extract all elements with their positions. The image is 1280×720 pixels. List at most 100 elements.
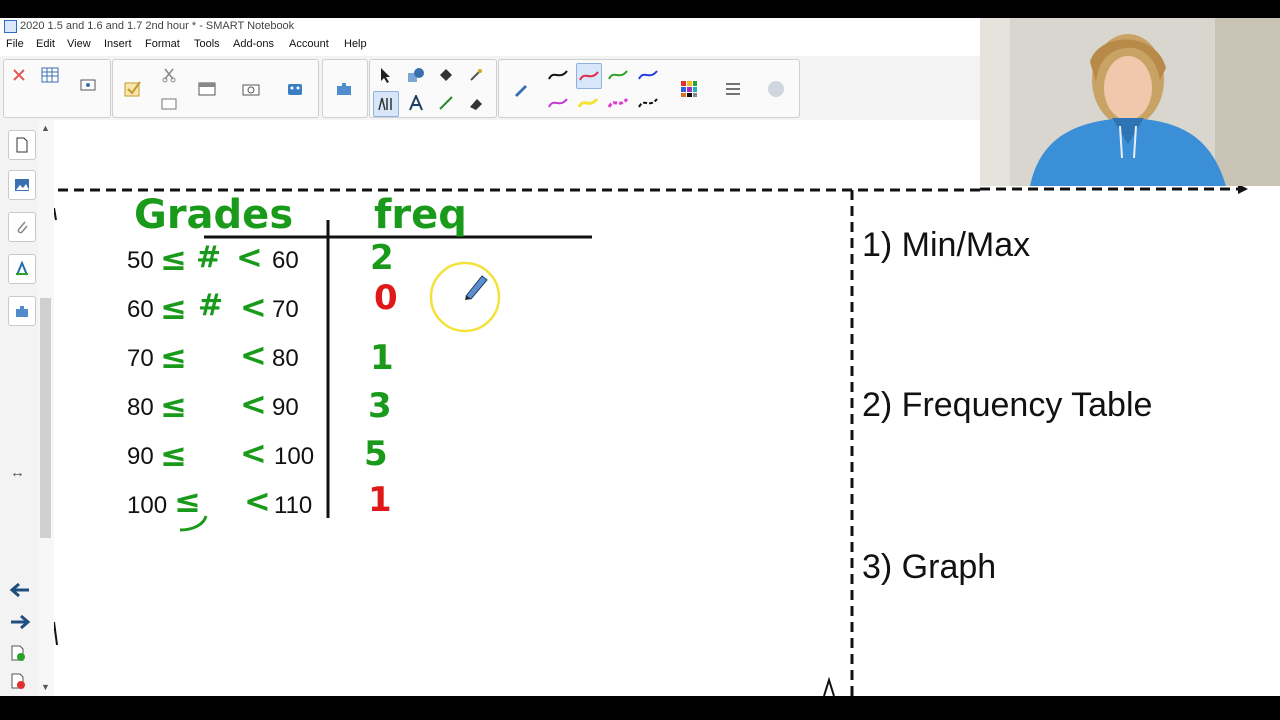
notebook-app-icon [4,20,17,33]
menu-bar: File Edit View Insert Format Tools Add-o… [0,36,980,56]
pen-style-red[interactable] [576,63,602,89]
row-high: 90 [272,394,299,421]
shapes-icon[interactable] [404,63,428,87]
row-high: 60 [272,247,299,274]
ink-hash: # [198,288,224,323]
screen-capture-icon[interactable] [76,74,100,98]
ink-leq: ≤ [160,289,187,327]
more-icon[interactable] [764,77,788,101]
resize-arrows-icon[interactable]: ↔ [10,464,25,481]
eraser-icon[interactable] [464,91,488,115]
add-page-icon[interactable] [10,644,26,667]
cut-icon[interactable] [157,63,181,87]
scroll-down-icon[interactable]: ▼ [41,682,50,692]
ink-leq: ≤ [160,338,187,376]
menu-account[interactable]: Account [289,38,329,50]
add-ons-tab-icon[interactable] [8,296,36,326]
document-camera-icon[interactable] [157,91,181,115]
pen-style-magenta-dashed[interactable] [606,91,630,115]
scrollbar-thumb[interactable] [40,298,51,538]
page-scrollbar[interactable]: ▲ ▼ [38,120,55,696]
delete-icon[interactable] [7,63,31,87]
ink-lt: < [240,434,267,472]
ink-lt: < [236,238,263,276]
puzzle-icon[interactable] [332,77,356,101]
row-freq: 0 [374,278,398,318]
pen-style-black[interactable] [546,63,570,87]
ink-leq: ≤ [160,240,187,278]
text-recognition-icon[interactable] [373,91,399,117]
edge-mark [54,207,57,221]
menu-help[interactable]: Help [344,38,367,50]
menu-insert[interactable]: Insert [104,38,132,50]
properties-tab-icon[interactable] [8,254,36,284]
menu-add-ons[interactable]: Add-ons [233,38,274,50]
properties-icon[interactable] [721,77,745,101]
window-title: 2020 1.5 and 1.6 and 1.7 2nd hour * - SM… [20,20,295,32]
row-low: 60 [127,296,154,323]
pen-style-green[interactable] [606,63,630,87]
add-on-icon[interactable] [283,77,307,101]
check-icon[interactable] [121,77,145,101]
section-min-max: 1) Min/Max [862,226,1031,264]
scroll-up-icon[interactable]: ▲ [41,123,50,133]
ink-lt: < [240,385,267,423]
webcam-overlay [980,18,1280,186]
pen-style-blue[interactable] [636,63,660,87]
camera-icon[interactable] [239,77,263,101]
gallery-icon[interactable] [8,170,36,200]
header-freq: freq [374,192,467,238]
row-freq: 3 [368,386,392,426]
row-high: 100 [274,443,315,470]
toolbar-group-edit [3,59,111,118]
line-icon[interactable] [434,91,458,115]
pen-style-purple[interactable] [546,91,570,115]
pen-cursor-icon [462,270,490,305]
delete-page-icon[interactable] [10,672,26,695]
table-icon[interactable] [38,63,62,87]
menu-view[interactable]: View [67,38,91,50]
menu-edit[interactable]: Edit [36,38,55,50]
fill-icon[interactable] [434,63,458,87]
pen-style-yellow[interactable] [576,91,600,115]
ink-lt: < [244,482,271,520]
arrow-head-icon [1238,186,1248,194]
toolbar-group-tools [112,59,319,118]
ink-hash: # [196,240,222,275]
pen-icon[interactable] [509,77,533,101]
color-palette-icon[interactable] [677,77,701,101]
section-frequency-table: 2) Frequency Table [862,386,1153,424]
edge-mark [54,621,58,646]
menu-file[interactable]: File [6,38,24,50]
whiteboard-canvas[interactable]: Grades freq 50 60 2 60 70 0 70 80 1 80 9… [54,120,980,696]
row-high: 70 [272,296,299,323]
attachments-icon[interactable] [8,212,36,242]
row-high: 110 [274,492,313,519]
notes-panel: 1) Min/Max 2) Frequency Table 3) Graph [862,186,1280,696]
ink-lt: < [240,336,267,374]
toolbar-group-addons [322,59,368,118]
ink-lt: < [240,288,267,326]
presenter-video [980,18,1280,186]
text-icon[interactable] [404,91,428,115]
next-page-icon[interactable] [9,614,31,635]
select-icon[interactable] [374,63,398,87]
ink-leq: ≤ [174,482,201,520]
title-bar: 2020 1.5 and 1.6 and 1.7 2nd hour * - SM… [0,18,980,36]
row-freq: 5 [364,434,388,474]
menu-format[interactable]: Format [145,38,180,50]
edge-mark [823,676,835,696]
row-low: 70 [127,345,154,372]
previous-page-icon[interactable] [9,582,31,603]
screen-shade-icon[interactable] [195,77,219,101]
pen-style-black-dashed[interactable] [636,91,660,115]
row-high: 80 [272,345,299,372]
row-freq: 2 [370,238,394,278]
toolbar-group-draw [369,59,497,118]
side-tabs: ↔ [0,120,39,696]
magic-pen-icon[interactable] [464,63,488,87]
page-sorter-icon[interactable] [8,130,36,160]
ink-leq: ≤ [160,387,187,425]
menu-tools[interactable]: Tools [194,38,220,50]
row-low: 100 [127,492,168,519]
